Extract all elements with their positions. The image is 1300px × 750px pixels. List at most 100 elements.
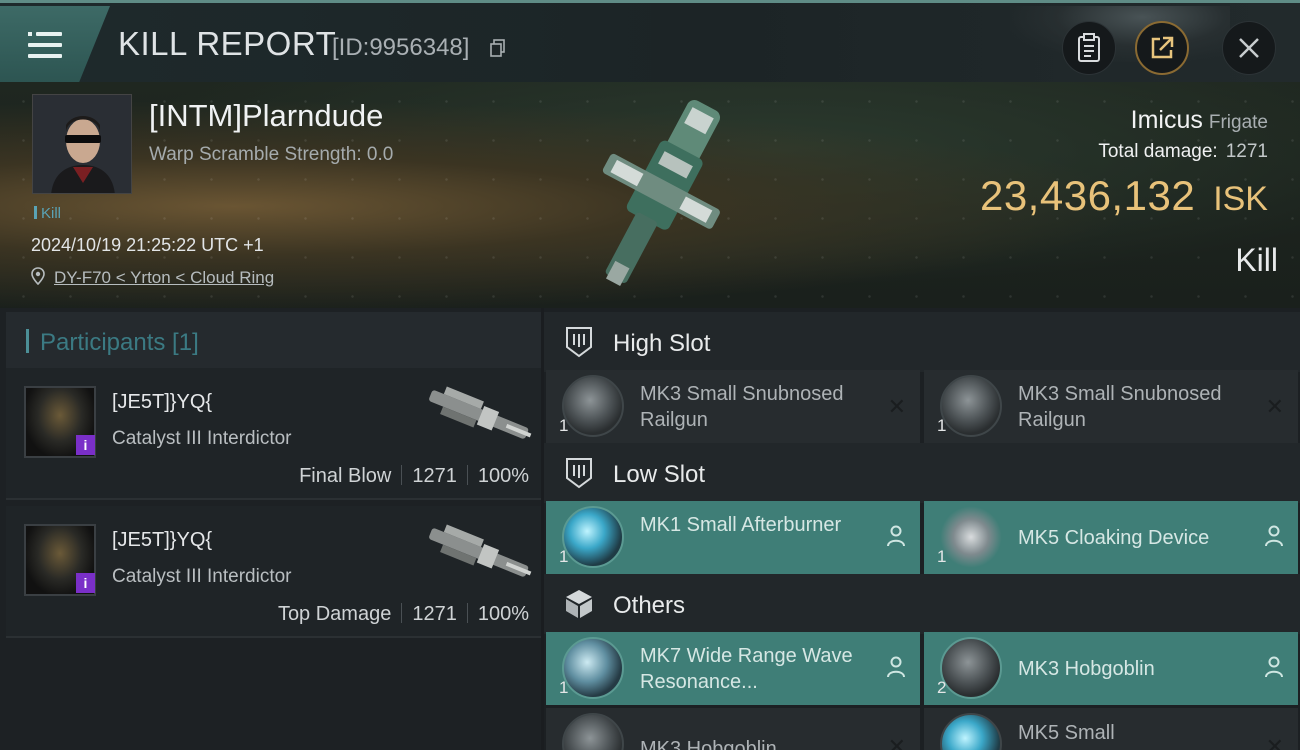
participant-damage: 1271	[412, 603, 457, 625]
destroyed-icon: ✕	[1265, 394, 1284, 419]
module-name: MK3 Hobgoblin	[640, 738, 777, 750]
resonance-module-icon	[562, 637, 624, 699]
victim-banner: [INTM]Plarndude Warp Scramble Strength: …	[0, 82, 1300, 308]
corp-badge: i	[76, 573, 95, 593]
cube-icon	[566, 590, 592, 618]
kill-location-link[interactable]: DY-F70 < Yrton < Cloud Ring	[54, 268, 274, 288]
dropped-icon	[887, 525, 905, 547]
participant-ship-image	[429, 386, 532, 439]
destroyed-icon: ✕	[887, 394, 906, 419]
victim-name[interactable]: [INTM]Plarndude	[149, 98, 383, 134]
cloaking-device-icon	[940, 506, 1002, 568]
victim-portrait[interactable]	[32, 94, 132, 194]
low-slot-icon	[566, 458, 592, 489]
module-icon	[940, 713, 1002, 750]
menu-icon	[28, 32, 62, 58]
module-item[interactable]: 1 MK5 Cloaking Device	[924, 501, 1298, 574]
module-quantity: 1	[559, 416, 569, 435]
module-name: MK5 Cloaking Device	[1018, 527, 1210, 549]
kill-tag: Kill	[34, 205, 61, 222]
module-name: MK3 Hobgoblin	[1018, 658, 1155, 680]
participants-header: Participants [1]	[6, 312, 541, 368]
kill-result: Kill	[1235, 242, 1278, 278]
participants-label: Participants [1]	[40, 329, 199, 356]
isk-value: 23,436,132 ISK	[980, 172, 1268, 220]
total-damage: Total damage: 1271	[1098, 141, 1268, 163]
isk-unit: ISK	[1213, 180, 1268, 218]
total-damage-label: Total damage:	[1098, 141, 1218, 162]
module-name: MK3 Small Snubnosed Railgun	[1018, 383, 1222, 431]
close-button[interactable]	[1222, 21, 1276, 75]
module-item[interactable]: 2 MK3 Hobgoblin	[924, 632, 1298, 705]
participant-ship-image	[429, 524, 532, 577]
participant-card[interactable]: i [JE5T]}YQ{ Catalyst III Interdictor Fi…	[6, 368, 541, 500]
isk-amount: 23,436,132	[979, 172, 1196, 219]
participants-panel: Participants [1] i [JE5T]}YQ{ Catalyst I…	[0, 308, 541, 750]
module-item[interactable]: MK5 Small ✕	[924, 708, 1298, 750]
railgun-icon	[562, 375, 624, 437]
dropped-icon	[1265, 656, 1283, 678]
page-title: KILL REPORT	[118, 25, 337, 62]
drone-icon	[940, 637, 1002, 699]
participant-percent: 100%	[477, 465, 529, 487]
module-quantity: 1	[937, 547, 947, 566]
module-item[interactable]: 1 MK3 Small Snubnosed Railgun ✕	[924, 370, 1298, 443]
destroyed-icon: ✕	[1265, 734, 1284, 750]
high-slot-icon	[566, 327, 592, 358]
module-item[interactable]: 1 MK3 Small Snubnosed Railgun ✕	[546, 370, 920, 443]
ship-class: Frigate	[1208, 112, 1268, 133]
section-marker	[26, 329, 29, 353]
corp-badge: i	[76, 435, 95, 455]
menu-button[interactable]	[0, 6, 110, 82]
module-quantity: 1	[559, 547, 569, 566]
others-label: Others	[613, 592, 686, 619]
close-icon	[1239, 38, 1259, 58]
module-name: MK3 Small Snubnosed Railgun	[640, 383, 844, 431]
share-button[interactable]	[1135, 21, 1189, 75]
copy-icon[interactable]	[490, 39, 506, 57]
participant-percent: 100%	[477, 603, 529, 625]
share-icon	[1151, 36, 1174, 59]
module-item[interactable]: MK3 Hobgoblin ✕	[546, 708, 920, 750]
total-damage-value: 1271	[1225, 141, 1268, 162]
header-ship-art	[1010, 6, 1230, 62]
high-slot-label: High Slot	[613, 330, 711, 357]
ship-type[interactable]: Imicus Frigate	[1131, 106, 1268, 135]
participant-name: [JE5T]}YQ{	[112, 529, 213, 551]
pilot-portrait-icon	[33, 95, 131, 193]
module-name: MK5 Small	[1018, 722, 1115, 744]
participant-role: Top Damage	[277, 603, 392, 625]
warp-scramble-strength: Warp Scramble Strength: 0.0	[149, 144, 394, 165]
dropped-icon	[1265, 525, 1283, 547]
victim-ship-image	[602, 100, 721, 287]
high-slot-header: High Slot	[544, 312, 1300, 372]
participant-name: [JE5T]}YQ{	[112, 391, 213, 413]
module-quantity: 2	[937, 678, 947, 697]
dropped-icon	[887, 656, 905, 678]
drone-icon	[562, 713, 624, 750]
afterburner-icon	[562, 506, 624, 568]
module-name: MK1 Small Afterburner	[640, 514, 842, 536]
clipboard-button[interactable]	[1062, 21, 1116, 75]
low-slot-label: Low Slot	[613, 461, 706, 488]
clipboard-icon	[1078, 33, 1100, 62]
participant-ship: Catalyst III Interdictor	[112, 566, 292, 587]
module-item[interactable]: 1 MK7 Wide Range Wave Resonance...	[546, 632, 920, 705]
participant-card[interactable]: i [JE5T]}YQ{ Catalyst III Interdictor To…	[6, 506, 541, 638]
module-quantity: 1	[937, 416, 947, 435]
location-pin-icon	[31, 267, 45, 285]
ship-name: Imicus	[1130, 106, 1203, 134]
participant-stats: Top Damage 1271 100%	[278, 603, 529, 626]
title-bar: KILL REPORT [ID:9956348]	[0, 0, 1300, 82]
participant-stats: Final Blow 1271 100%	[299, 465, 529, 488]
participant-ship: Catalyst III Interdictor	[112, 428, 292, 449]
report-id: [ID:9956348]	[332, 34, 470, 61]
kill-datetime: 2024/10/19 21:25:22 UTC +1	[31, 235, 264, 255]
participant-role: Final Blow	[299, 465, 392, 487]
module-quantity: 1	[559, 678, 569, 697]
fitting-panel: High Slot 1 MK3 Small Snubnosed Railgun …	[544, 308, 1300, 750]
module-item[interactable]: 1 MK1 Small Afterburner	[546, 501, 920, 574]
others-header: Others	[544, 574, 1300, 634]
destroyed-icon: ✕	[887, 734, 906, 750]
railgun-icon	[940, 375, 1002, 437]
